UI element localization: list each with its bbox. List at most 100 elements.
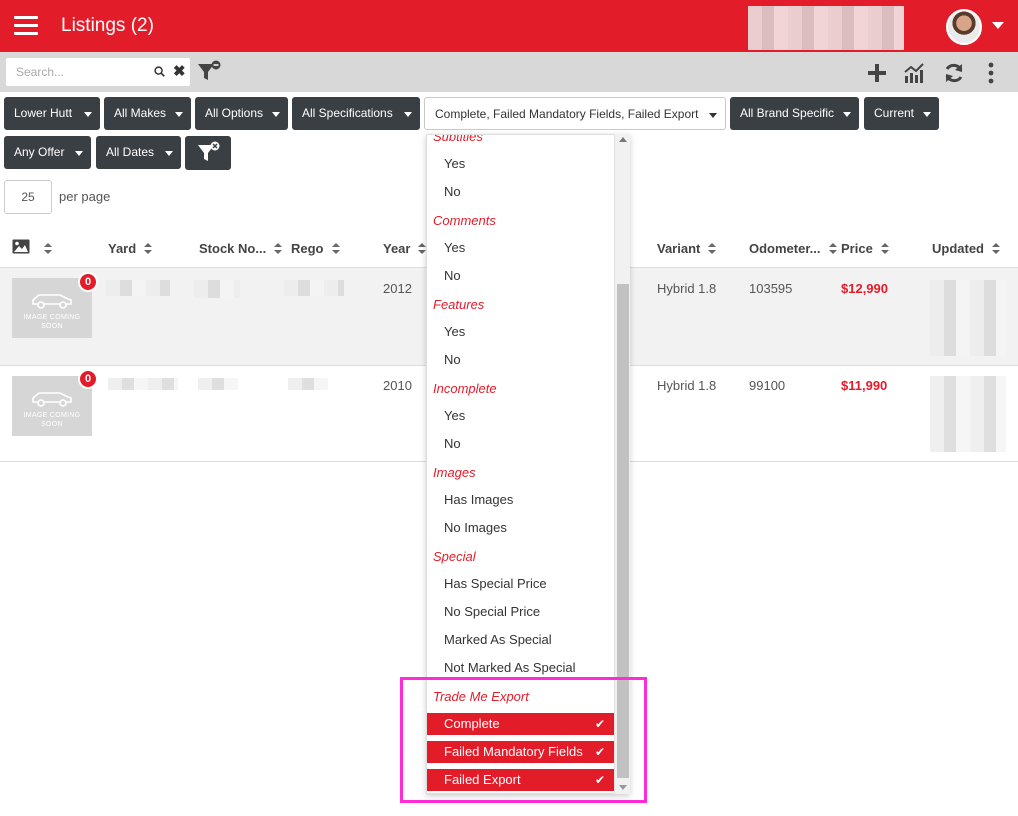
scroll-up-icon[interactable] bbox=[619, 137, 627, 142]
image-column-sort[interactable] bbox=[36, 241, 52, 256]
makes-filter[interactable]: All Makes bbox=[104, 97, 191, 130]
group-label-trade-me-export: Trade Me Export bbox=[433, 689, 529, 704]
add-icon[interactable] bbox=[866, 62, 888, 84]
chevron-down-icon bbox=[75, 151, 83, 156]
filter-clear-icon bbox=[198, 141, 220, 161]
image-count-badge: 0 bbox=[78, 272, 98, 292]
redacted-stock-no bbox=[198, 378, 238, 390]
image-icon bbox=[12, 239, 30, 254]
yard-filter-label: Lower Hutt bbox=[14, 106, 73, 120]
redacted-stock-no bbox=[194, 280, 240, 298]
year-cell: 2012 bbox=[383, 281, 412, 296]
search-input[interactable] bbox=[6, 58, 146, 86]
brand-specific-filter-label: All Brand Specific bbox=[740, 106, 835, 120]
redacted-yard bbox=[108, 378, 178, 390]
options-filter[interactable]: All Options bbox=[195, 97, 288, 130]
export-status-dropdown[interactable]: Subtitles Yes No Comments Yes No Feature… bbox=[426, 134, 630, 794]
group-label-incomplete: Incomplete bbox=[433, 381, 497, 396]
column-header-variant[interactable]: Variant bbox=[657, 241, 717, 256]
option-not-marked-as-special[interactable]: Not Marked As Special bbox=[427, 657, 615, 679]
column-header-year[interactable]: Year bbox=[383, 241, 427, 256]
per-page-input[interactable] bbox=[4, 180, 52, 214]
option-features-yes[interactable]: Yes bbox=[427, 321, 615, 343]
scrollbar-thumb[interactable] bbox=[617, 284, 629, 778]
dates-filter[interactable]: All Dates bbox=[96, 136, 181, 169]
offer-filter-label: Any Offer bbox=[14, 145, 65, 159]
image-coming-soon-text: IMAGE COMING SOON bbox=[23, 412, 81, 428]
status-filter-label: Current bbox=[874, 106, 915, 120]
chevron-down-icon bbox=[165, 151, 173, 156]
menu-icon[interactable] bbox=[14, 16, 38, 36]
option-marked-as-special[interactable]: Marked As Special bbox=[427, 629, 615, 651]
sort-icon bbox=[44, 243, 52, 254]
redacted-user-info bbox=[748, 6, 904, 50]
car-icon bbox=[32, 294, 72, 309]
group-label-comments: Comments bbox=[433, 213, 496, 228]
option-failed-export[interactable]: Failed Export ✔ bbox=[427, 769, 615, 791]
refresh-icon[interactable] bbox=[943, 62, 965, 84]
odometer-cell: 103595 bbox=[749, 281, 793, 296]
export-status-filter[interactable]: Complete, Failed Mandatory Fields, Faile… bbox=[424, 97, 726, 130]
group-label-subtitles: Subtitles bbox=[433, 134, 483, 144]
search-icon[interactable] bbox=[154, 66, 165, 77]
chevron-down-icon bbox=[923, 112, 931, 117]
group-label-special: Special bbox=[433, 549, 476, 564]
stats-icon[interactable] bbox=[903, 62, 925, 84]
toolbar: ✖ bbox=[0, 52, 1018, 92]
chevron-down-icon bbox=[175, 112, 183, 117]
sort-icon bbox=[992, 243, 1000, 254]
avatar[interactable] bbox=[946, 9, 982, 45]
status-filter[interactable]: Current bbox=[864, 97, 939, 130]
odometer-cell: 99100 bbox=[749, 378, 786, 393]
check-icon: ✔ bbox=[594, 773, 605, 787]
option-subtitles-yes[interactable]: Yes bbox=[427, 153, 615, 175]
column-header-updated[interactable]: Updated bbox=[932, 241, 1000, 256]
column-header-stock-no[interactable]: Stock No... bbox=[199, 241, 283, 256]
clear-icon[interactable]: ✖ bbox=[173, 64, 186, 80]
option-no-special-price[interactable]: No Special Price bbox=[427, 601, 615, 623]
column-header-odometer[interactable]: Odometer... bbox=[749, 241, 837, 256]
redacted-rego bbox=[284, 280, 344, 296]
user-menu-chevron-icon[interactable] bbox=[992, 22, 1004, 29]
specifications-filter[interactable]: All Specifications bbox=[292, 97, 420, 130]
variant-cell: Hybrid 1.8 bbox=[657, 281, 717, 296]
image-count-badge: 0 bbox=[78, 369, 98, 389]
option-complete[interactable]: Complete ✔ bbox=[427, 713, 615, 735]
yard-filter[interactable]: Lower Hutt bbox=[4, 97, 100, 130]
option-incomplete-no[interactable]: No bbox=[427, 433, 615, 455]
option-comments-no[interactable]: No bbox=[427, 265, 615, 287]
option-features-no[interactable]: No bbox=[427, 349, 615, 371]
option-has-special-price[interactable]: Has Special Price bbox=[427, 573, 615, 595]
redacted-updated bbox=[930, 376, 1006, 452]
scroll-down-icon[interactable] bbox=[619, 785, 627, 790]
column-header-yard[interactable]: Yard bbox=[108, 241, 153, 256]
column-header-rego[interactable]: Rego bbox=[291, 241, 340, 256]
option-subtitles-no[interactable]: No bbox=[427, 181, 615, 203]
export-status-filter-label: Complete, Failed Mandatory Fields, Faile… bbox=[435, 107, 699, 121]
clear-filters-button[interactable] bbox=[185, 136, 231, 170]
filter-clear-icon[interactable] bbox=[196, 60, 222, 84]
price-cell: $11,990 bbox=[841, 378, 888, 393]
chevron-down-icon bbox=[404, 112, 412, 117]
column-header-price[interactable]: Price bbox=[841, 241, 889, 256]
redacted-updated bbox=[930, 280, 1006, 356]
option-no-images[interactable]: No Images bbox=[427, 517, 615, 539]
chevron-down-icon bbox=[843, 112, 851, 117]
option-failed-mandatory-fields[interactable]: Failed Mandatory Fields ✔ bbox=[427, 741, 615, 763]
option-has-images[interactable]: Has Images bbox=[427, 489, 615, 511]
sort-icon bbox=[828, 243, 837, 254]
check-icon: ✔ bbox=[594, 745, 605, 759]
more-vert-icon[interactable] bbox=[986, 62, 996, 84]
sort-icon bbox=[274, 243, 283, 254]
sort-icon bbox=[331, 243, 340, 254]
option-comments-yes[interactable]: Yes bbox=[427, 237, 615, 259]
chevron-down-icon bbox=[84, 112, 92, 117]
dropdown-scrollbar[interactable] bbox=[614, 134, 630, 794]
chevron-down-icon bbox=[709, 113, 717, 118]
option-incomplete-yes[interactable]: Yes bbox=[427, 405, 615, 427]
year-cell: 2010 bbox=[383, 378, 412, 393]
page-title: Listings (2) bbox=[61, 15, 154, 36]
chevron-down-icon bbox=[272, 112, 280, 117]
brand-specific-filter[interactable]: All Brand Specific bbox=[730, 97, 859, 130]
offer-filter[interactable]: Any Offer bbox=[4, 136, 91, 169]
